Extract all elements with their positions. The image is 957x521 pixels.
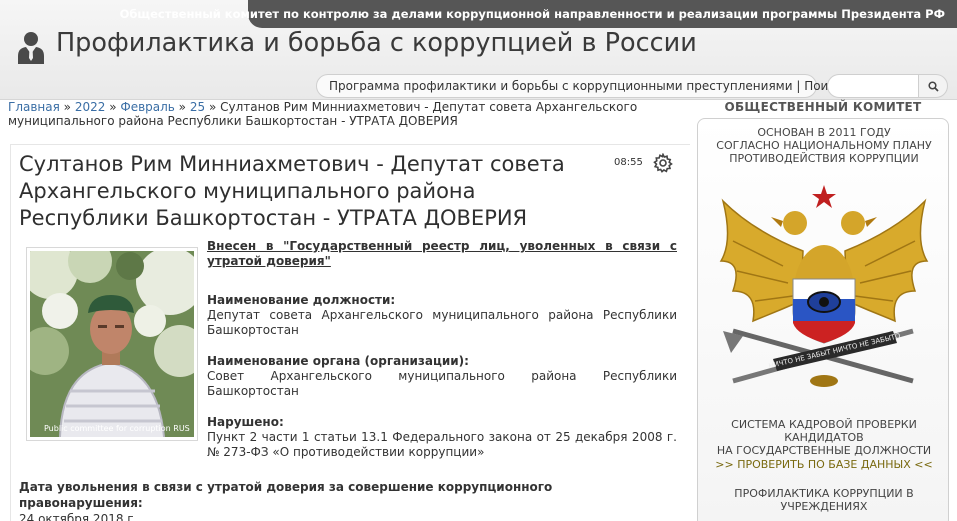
dismissal-block: Дата увольнения в связи с утратой довери… — [19, 479, 679, 521]
violation-label: Нарушено: — [207, 415, 284, 429]
sidebar-system-line2: КАНДИДАТОВ — [784, 431, 864, 444]
sidebar-plan-line1: СОГЛАСНО НАЦИОНАЛЬНОМУ ПЛАНУ — [716, 139, 932, 152]
sidebar-system-line1: СИСТЕМА КАДРОВОЙ ПРОВЕРКИ — [731, 418, 917, 431]
top-bar-strip: Общественный комитет по контролю за дела… — [120, 0, 957, 28]
article-title: Султанов Рим Минниахметович - Депутат со… — [19, 152, 565, 230]
top-bar-text[interactable]: Общественный комитет по контролю за дела… — [120, 7, 945, 21]
program-bar: Программа профилактики и борьбы с корруп… — [316, 74, 879, 98]
breadcrumb-sep: » — [59, 100, 75, 114]
sidebar-heading: ОБЩЕСТВЕННЫЙ КОМИТЕТ — [724, 100, 922, 114]
breadcrumb-day[interactable]: 25 — [190, 100, 205, 114]
breadcrumb-sep: » — [205, 100, 221, 114]
person-photo: Public committee for corruption RUS — [26, 247, 198, 441]
article-time: 08:55 — [614, 157, 643, 168]
article-info: Внесен в "Государственный реестр лиц, ув… — [207, 239, 677, 460]
person-logo-icon — [18, 32, 44, 64]
eagle-emblem-icon[interactable]: НИЧТО НЕ ЗАБЫТ НИЧТО НЕ ЗАБЫТО — [713, 181, 935, 411]
sidebar-plan-line2: ПРОТИВОДЕЙСТВИЯ КОРРУПЦИИ — [729, 152, 919, 165]
dismissal-value: 24 октября 2018 г. — [19, 512, 138, 521]
violation-value: Пункт 2 части 1 статьи 13.1 Федерального… — [207, 430, 677, 459]
breadcrumb-month[interactable]: Февраль — [120, 100, 175, 114]
search-input[interactable] — [827, 74, 919, 98]
article: Султанов Рим Минниахметович - Депутат со… — [10, 144, 690, 521]
search-icon — [928, 81, 939, 92]
position-value: Депутат совета Архангельского муниципаль… — [207, 308, 677, 337]
search-button[interactable] — [918, 74, 948, 98]
gear-icon[interactable] — [653, 153, 673, 173]
sidebar-check-link[interactable]: >> ПРОВЕРИТЬ ПО БАЗЕ ДАННЫХ << — [698, 458, 950, 471]
org-label: Наименование органа (организации): — [207, 354, 469, 368]
dismissal-label: Дата увольнения в связи с утратой довери… — [19, 480, 553, 510]
registry-link[interactable]: Внесен в "Государственный реестр лиц, ув… — [207, 239, 677, 269]
sidebar-system-line3: НА ГОСУДАРСТВЕННЫЕ ДОЛЖНОСТИ — [716, 444, 932, 457]
top-bar: Общественный комитет по контролю за дела… — [0, 0, 957, 28]
sidebar: ОБЩЕСТВЕННЫЙ КОМИТЕТ ОСНОВАН В 2011 ГОДУ… — [697, 100, 949, 521]
breadcrumb-sep: » — [174, 100, 190, 114]
sidebar-box: ОСНОВАН В 2011 ГОДУ СОГЛАСНО НАЦИОНАЛЬНО… — [697, 118, 949, 521]
sidebar-founded: ОСНОВАН В 2011 ГОДУ — [757, 126, 891, 139]
sidebar-prof-line2[interactable]: УЧРЕЖДЕНИЯХ — [698, 500, 950, 513]
breadcrumb-sep: » — [105, 100, 121, 114]
site-title[interactable]: Профилактика и борьба с коррупцией в Рос… — [56, 28, 697, 58]
sidebar-prof-line1[interactable]: ПРОФИЛАКТИКА КОРРУПЦИИ В — [698, 487, 950, 500]
breadcrumb-year[interactable]: 2022 — [75, 100, 106, 114]
org-value: Совет Архангельского муниципального райо… — [207, 369, 677, 398]
position-label: Наименование должности: — [207, 293, 396, 307]
photo-caption: Public committee for corruption RUS — [44, 424, 190, 433]
breadcrumb: Главная » 2022 » Февраль » 25 » Султанов… — [8, 100, 688, 128]
program-link[interactable]: Программа профилактики и борьбы с корруп… — [329, 79, 879, 93]
photo-illustration — [30, 251, 194, 437]
photo-image: Public committee for corruption RUS — [30, 251, 194, 437]
breadcrumb-home[interactable]: Главная — [8, 100, 60, 114]
